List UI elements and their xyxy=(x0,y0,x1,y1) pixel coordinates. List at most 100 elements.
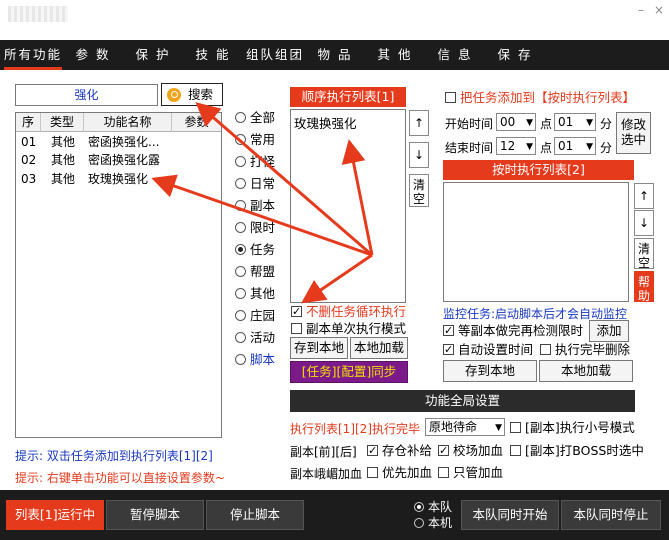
finish-action-select[interactable]: 原地待命 ▼ xyxy=(425,418,505,436)
timed-list[interactable] xyxy=(443,182,629,302)
timed-up-button[interactable]: ↑ xyxy=(634,183,654,209)
stop-script-button[interactable]: 停止脚本 xyxy=(206,500,304,530)
radio-guild[interactable]: 帮盟 xyxy=(235,264,295,282)
team-start-button[interactable]: 本队同时开始 xyxy=(461,500,559,530)
seq-clear-button[interactable]: 清空 xyxy=(409,174,429,207)
radio-all[interactable]: 全部 xyxy=(235,110,295,128)
radio-other[interactable]: 其他 xyxy=(235,286,295,304)
radio-dungeon[interactable]: 副本 xyxy=(235,198,295,216)
chk-store-supply[interactable]: 存仓补给 xyxy=(367,443,432,459)
close-icon[interactable]: × xyxy=(652,4,666,16)
radio-common[interactable]: 常用 xyxy=(235,132,295,150)
col-type: 类型 xyxy=(41,113,84,132)
row-type: 其他 xyxy=(51,135,76,149)
search-icon xyxy=(167,88,181,102)
tab-all-functions[interactable]: 所有功能 xyxy=(4,40,62,70)
table-row[interactable]: 01 其他 密函换强化... xyxy=(16,133,221,152)
pause-script-button[interactable]: 暂停脚本 xyxy=(106,500,204,530)
finish-label: 执行列表[1][2]执行完毕 xyxy=(290,422,420,436)
tab-skills[interactable]: 技 能 xyxy=(188,40,238,70)
row-name: 玫瑰换强化 xyxy=(88,172,149,186)
row-name: 密函换强化... xyxy=(88,135,160,149)
radio-manor[interactable]: 庄园 xyxy=(235,308,295,326)
title-bar: – × xyxy=(0,0,669,40)
tab-params[interactable]: 参 数 xyxy=(68,40,118,70)
chk-single[interactable]: 副本单次执行模式 xyxy=(291,321,406,337)
chk-wait-dungeon[interactable]: 等副本做完再检测限时 xyxy=(443,323,583,339)
chk-loop[interactable]: 不删任务循环执行 xyxy=(291,304,406,320)
seq-load-button[interactable]: 本地加载 xyxy=(350,337,408,359)
radio-local[interactable]: 本机 xyxy=(414,516,452,530)
col-no: 序 xyxy=(16,113,41,132)
seq-down-button[interactable]: ↓ xyxy=(409,142,429,168)
run-list-button[interactable]: 列表[1]运行中 xyxy=(6,500,104,530)
window-title-blurred xyxy=(8,6,68,22)
tab-info[interactable]: 信 息 xyxy=(430,40,480,70)
minimize-icon[interactable]: – xyxy=(634,4,648,16)
row-no: 03 xyxy=(21,172,37,186)
search-input[interactable]: 强化 xyxy=(15,84,158,106)
radio-fight[interactable]: 打怪 xyxy=(235,154,295,172)
end-hour-select[interactable]: 12 ▼ xyxy=(496,137,536,155)
row-no: 02 xyxy=(21,153,37,167)
search-button-label: 搜索 xyxy=(188,87,214,102)
tab-other[interactable]: 其 他 xyxy=(370,40,420,70)
point-label: 点 xyxy=(540,141,553,155)
timed-save-button[interactable]: 存到本地 xyxy=(443,360,537,382)
sync-button[interactable]: [任务][配置]同步 xyxy=(290,361,408,383)
help-button[interactable]: 帮助 xyxy=(634,271,654,303)
table-header: 序 类型 功能名称 参数 xyxy=(16,113,221,132)
seq-list-title: 顺序执行列表[1] xyxy=(290,87,406,107)
start-minute-select[interactable]: 01 ▼ xyxy=(554,113,596,131)
end-time-label: 结束时间 xyxy=(445,141,494,155)
emei-heal-label: 副本峨嵋加血 xyxy=(290,467,363,481)
chk-priority-heal[interactable]: 优先加血 xyxy=(367,465,432,481)
global-settings-title: 功能全局设置 xyxy=(290,390,635,412)
add-button[interactable]: 添加 xyxy=(589,320,629,342)
table-row[interactable]: 03 其他 玫瑰换强化 xyxy=(16,170,221,189)
chk-only-heal[interactable]: 只管加血 xyxy=(438,465,503,481)
timed-load-button[interactable]: 本地加载 xyxy=(539,360,633,382)
radio-team[interactable]: 本队 xyxy=(414,500,452,514)
col-name: 功能名称 xyxy=(84,113,172,132)
seq-up-button[interactable]: ↑ xyxy=(409,110,429,136)
search-button[interactable]: 搜索 xyxy=(161,83,223,106)
tab-save[interactable]: 保 存 xyxy=(490,40,540,70)
radio-limited[interactable]: 限时 xyxy=(235,220,295,238)
minute-label: 分 xyxy=(600,141,613,155)
radio-task[interactable]: 任务 xyxy=(235,242,295,260)
tab-bar: 所有功能 参 数 保 护 技 能 组队组团 物 品 其 他 信 息 保 存 xyxy=(0,40,669,70)
chk-boss-select[interactable]: [副本]打BOSS时选中 xyxy=(510,443,644,459)
tab-items[interactable]: 物 品 xyxy=(310,40,360,70)
end-minute-select[interactable]: 01 ▼ xyxy=(554,137,596,155)
radio-daily[interactable]: 日常 xyxy=(235,176,295,194)
tip-right-click: 提示: 右键单击功能可以直接设置参数~ xyxy=(15,471,225,485)
team-stop-button[interactable]: 本队同时停止 xyxy=(561,500,661,530)
timed-clear-button[interactable]: 清空 xyxy=(634,238,654,270)
chk-delete-done[interactable]: 执行完毕删除 xyxy=(540,342,630,358)
tab-protect[interactable]: 保 护 xyxy=(128,40,178,70)
radio-activity[interactable]: 活动 xyxy=(235,330,295,348)
seq-save-button[interactable]: 存到本地 xyxy=(290,337,348,359)
chk-alt-mode[interactable]: [副本]执行小号模式 xyxy=(510,420,635,436)
modify-selected-button[interactable]: 修改选中 xyxy=(616,112,651,154)
seq-list[interactable]: 玫瑰换强化 xyxy=(290,109,406,303)
function-table[interactable]: 序 类型 功能名称 参数 01 其他 密函换强化... 02 其他 密函换强化露… xyxy=(15,112,222,438)
list-item[interactable]: 玫瑰换强化 xyxy=(294,113,357,132)
start-hour-select[interactable]: 00 ▼ xyxy=(496,113,536,131)
row-name: 密函换强化露 xyxy=(88,153,161,167)
tab-team[interactable]: 组队组团 xyxy=(246,40,304,70)
dungeon-before-after-label: 副本[前][后] xyxy=(290,445,357,459)
row-no: 01 xyxy=(21,135,37,149)
radio-script[interactable]: 脚本 xyxy=(235,352,295,370)
chk-auto-time[interactable]: 自动设置时间 xyxy=(443,342,533,358)
row-type: 其他 xyxy=(51,153,76,167)
bottom-bar: 列表[1]运行中 暂停脚本 停止脚本 本队 本机 本队同时开始 本队同时停止 xyxy=(0,490,669,540)
timed-down-button[interactable]: ↓ xyxy=(634,210,654,236)
point-label: 点 xyxy=(540,117,553,131)
tip-double-click: 提示: 双击任务添加到执行列表[1][2] xyxy=(15,449,213,463)
chk-school-heal[interactable]: 校场加血 xyxy=(438,443,503,459)
col-param: 参数 xyxy=(184,115,209,129)
table-row[interactable]: 02 其他 密函换强化露 xyxy=(16,151,221,170)
chk-add-timed[interactable]: 把任务添加到【按时执行列表】 xyxy=(445,90,635,106)
